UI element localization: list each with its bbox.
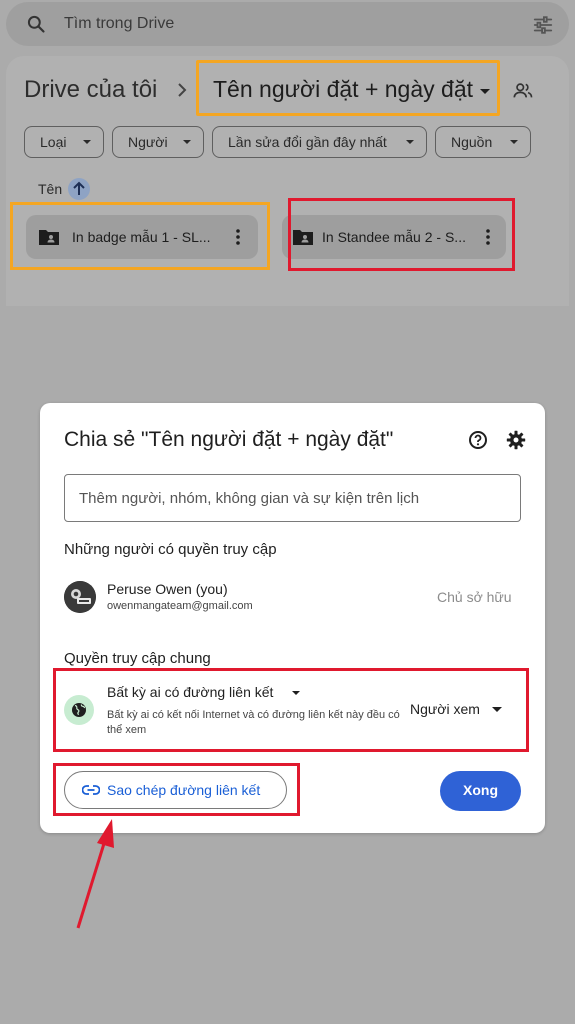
search-bar[interactable]: Tìm trong Drive <box>6 2 569 46</box>
general-access-heading: Quyền truy cập chung <box>64 650 211 667</box>
filter-type-chip[interactable]: Loại <box>24 126 104 158</box>
filter-source-label: Nguồn <box>451 134 493 150</box>
highlight-box-red <box>53 763 300 816</box>
done-button[interactable]: Xong <box>440 771 521 811</box>
user-name: Peruse Owen (you) <box>107 581 228 597</box>
breadcrumb-root[interactable]: Drive của tôi <box>24 76 157 104</box>
filter-people-label: Người <box>128 134 168 150</box>
done-label: Xong <box>463 782 498 798</box>
breadcrumb-current-folder[interactable]: Tên người đặt + ngày đặt <box>196 60 500 116</box>
filter-modified-label: Lần sửa đổi gần đây nhất <box>228 134 387 150</box>
annotation-arrow-icon <box>76 819 114 929</box>
sort-ascending-icon[interactable] <box>68 178 90 200</box>
share-dialog-title: Chia sẻ "Tên người đặt + ngày đặt" <box>64 428 394 451</box>
dropdown-arrow-icon <box>480 89 490 94</box>
tune-icon[interactable] <box>532 14 554 36</box>
add-people-placeholder: Thêm người, nhóm, không gian và sự kiện … <box>79 490 420 507</box>
breadcrumb-current-label: Tên người đặt + ngày đặt <box>213 76 474 102</box>
search-icon <box>27 15 45 33</box>
highlight-box-orange <box>10 202 270 270</box>
user-email: owenmangateam@gmail.com <box>107 600 253 612</box>
shared-people-icon[interactable] <box>512 80 534 102</box>
dropdown-arrow-icon <box>406 140 414 144</box>
highlight-box-red <box>288 198 515 271</box>
add-people-input[interactable]: Thêm người, nhóm, không gian và sự kiện … <box>64 474 521 522</box>
settings-gear-icon[interactable] <box>506 430 526 450</box>
sort-label: Tên <box>38 181 63 197</box>
people-with-access-heading: Những người có quyền truy cập <box>64 541 277 558</box>
dropdown-arrow-icon <box>183 140 191 144</box>
search-placeholder: Tìm trong Drive <box>64 15 175 32</box>
chevron-right-icon <box>178 83 187 97</box>
highlight-box-red <box>53 668 529 752</box>
filter-type-label: Loại <box>40 134 67 150</box>
avatar <box>64 581 96 613</box>
dropdown-arrow-icon <box>83 140 91 144</box>
filter-people-chip[interactable]: Người <box>112 126 204 158</box>
dropdown-arrow-icon <box>510 140 518 144</box>
filter-modified-chip[interactable]: Lần sửa đổi gần đây nhất <box>212 126 427 158</box>
filter-source-chip[interactable]: Nguồn <box>435 126 531 158</box>
help-icon[interactable] <box>468 430 488 450</box>
owner-role-label: Chủ sở hữu <box>437 589 512 605</box>
